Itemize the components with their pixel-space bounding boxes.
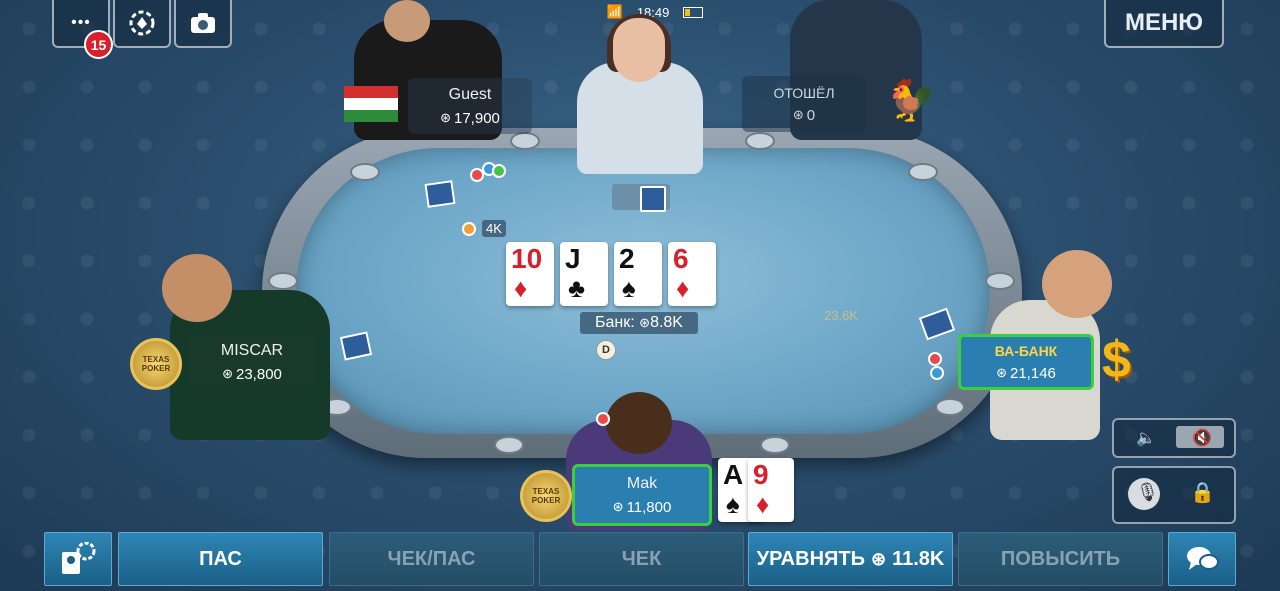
screenshot-button[interactable] xyxy=(174,0,232,48)
chips-user-icon xyxy=(62,542,96,574)
raise-button[interactable]: ПОВЫСИТЬ xyxy=(958,532,1163,586)
community-card-2: J ♣ xyxy=(560,242,608,306)
voice-controls: 🎙 🔒 xyxy=(1112,466,1236,524)
community-card-4: 6 ♦ xyxy=(668,242,716,306)
dollar-icon: $ xyxy=(1102,331,1131,389)
chip-stack xyxy=(492,164,506,178)
call-amount: 11.8K xyxy=(892,547,945,570)
notification-badge: 15 xyxy=(84,30,113,59)
diamond-icon: ♦ xyxy=(676,273,690,303)
seat-allin[interactable]: ВА-БАНК ⊛ 21,146 xyxy=(958,334,1094,390)
texas-poker-badge: TEXAS POKER xyxy=(520,470,572,522)
cupholder xyxy=(350,163,380,181)
player-stack: ⊛ 0 xyxy=(792,106,816,124)
player-name: ОТОШЁЛ xyxy=(773,84,835,101)
pot-display: Банк: ⊛ 8.8K xyxy=(580,312,698,334)
chat-bubbles-icon xyxy=(1187,547,1219,570)
card-rank: A xyxy=(723,459,744,490)
spade-icon: ♠ xyxy=(726,489,740,519)
deck-card-back xyxy=(640,186,666,212)
chat-button[interactable] xyxy=(1168,532,1236,586)
cupholder xyxy=(268,272,298,290)
menu-button[interactable]: МЕНЮ xyxy=(1104,0,1224,48)
sound-toggle[interactable]: 🔈 🔇 xyxy=(1112,418,1236,458)
microphone-icon: 🎙 xyxy=(1136,482,1159,502)
miscar-avatar-head xyxy=(162,254,232,322)
call-label: УРАВНЯТЬ xyxy=(756,547,865,570)
player-name: Mak xyxy=(626,474,658,492)
texas-poker-badge: TEXAS POKER xyxy=(130,338,182,390)
player-name: Guest xyxy=(448,85,492,103)
cupholder xyxy=(510,132,540,150)
rooster-icon: 🐓 xyxy=(886,79,936,123)
wifi-icon: 📶 xyxy=(606,4,623,19)
cupholder xyxy=(760,436,790,454)
chip-stack xyxy=(596,412,610,426)
battery-icon xyxy=(683,6,704,18)
cupholder xyxy=(935,398,965,416)
hungary-flag-icon xyxy=(344,86,398,122)
dealer-button: D xyxy=(596,340,616,360)
diamond-icon: ♦ xyxy=(514,273,528,303)
chip-icon: ⊛ xyxy=(639,315,651,330)
chip-icon: ⊛ xyxy=(440,110,451,125)
card-rank: 10 xyxy=(511,243,543,274)
chip-icon: ⊛ xyxy=(222,366,233,381)
chip-stack xyxy=(928,352,942,366)
card-rank: 6 xyxy=(673,243,689,274)
cupholder xyxy=(985,272,1015,290)
hero-avatar-head xyxy=(606,392,672,454)
chip-icon: ⊛ xyxy=(870,548,887,569)
speaker-icon: 🔈 xyxy=(1136,430,1156,447)
card-rank: 9 xyxy=(753,459,769,490)
poker-chip-icon xyxy=(129,10,155,36)
seat-miscar[interactable]: MISCAR ⊛ 23,800 xyxy=(190,334,314,390)
player-stack: ⊛ 21,146 xyxy=(996,364,1056,382)
chips-button[interactable] xyxy=(113,0,171,48)
check-fold-button[interactable]: ЧЕК/ПАС xyxy=(329,532,534,586)
camera-icon xyxy=(191,13,215,33)
more-icon: ••• xyxy=(71,14,91,31)
chip-icon: ⊛ xyxy=(996,365,1007,380)
dealer-head xyxy=(613,18,665,82)
cupholder xyxy=(745,132,775,150)
player-stack: ⊛ 23,800 xyxy=(222,365,282,383)
fold-button[interactable]: ПАС xyxy=(118,532,323,586)
chip-icon: ⊛ xyxy=(792,107,804,122)
player-name: MISCAR xyxy=(220,341,284,359)
pot-label: Банк: xyxy=(595,314,635,331)
cupholder xyxy=(908,163,938,181)
speaker-muted-icon: 🔇 xyxy=(1192,430,1212,447)
spade-icon: ♠ xyxy=(622,273,636,303)
chip-stack xyxy=(930,366,944,380)
community-card-3: 2 ♠ xyxy=(614,242,662,306)
chip-icon xyxy=(462,221,476,236)
chips-shop-button[interactable] xyxy=(44,532,112,586)
card-rank: J xyxy=(565,243,581,274)
community-card-1: 10 ♦ xyxy=(506,242,554,306)
player-stack: ⊛ 17,900 xyxy=(440,109,500,127)
allin-avatar-head xyxy=(1042,250,1112,318)
player-stack: ⊛ 11,800 xyxy=(612,498,672,516)
allin-bet: 23.6K xyxy=(824,308,858,323)
seat-guest[interactable]: Guest ⊛ 17,900 xyxy=(408,78,532,134)
club-icon: ♣ xyxy=(568,273,586,303)
chat-lock-icon[interactable]: 🔒 xyxy=(1190,480,1215,505)
guest-avatar-head xyxy=(384,0,430,42)
card-rank: 2 xyxy=(619,243,635,274)
guest-card-back xyxy=(424,180,456,208)
hero-card-2: 9 ♦ xyxy=(748,458,794,522)
player-name: ВА-БАНК xyxy=(994,342,1058,359)
cupholder xyxy=(494,436,524,454)
check-button[interactable]: ЧЕК xyxy=(539,532,744,586)
seat-hero[interactable]: Mak ⊛ 11,800 xyxy=(572,464,712,526)
pot-amount: 8.8K xyxy=(650,314,683,331)
call-button[interactable]: УРАВНЯТЬ ⊛ 11.8K xyxy=(748,532,953,586)
seat-away[interactable]: ОТОШЁЛ ⊛ 0 xyxy=(742,76,866,132)
diamond-icon: ♦ xyxy=(756,489,770,519)
guest-bet: 4K xyxy=(462,220,506,237)
chip-icon: ⊛ xyxy=(612,499,624,514)
